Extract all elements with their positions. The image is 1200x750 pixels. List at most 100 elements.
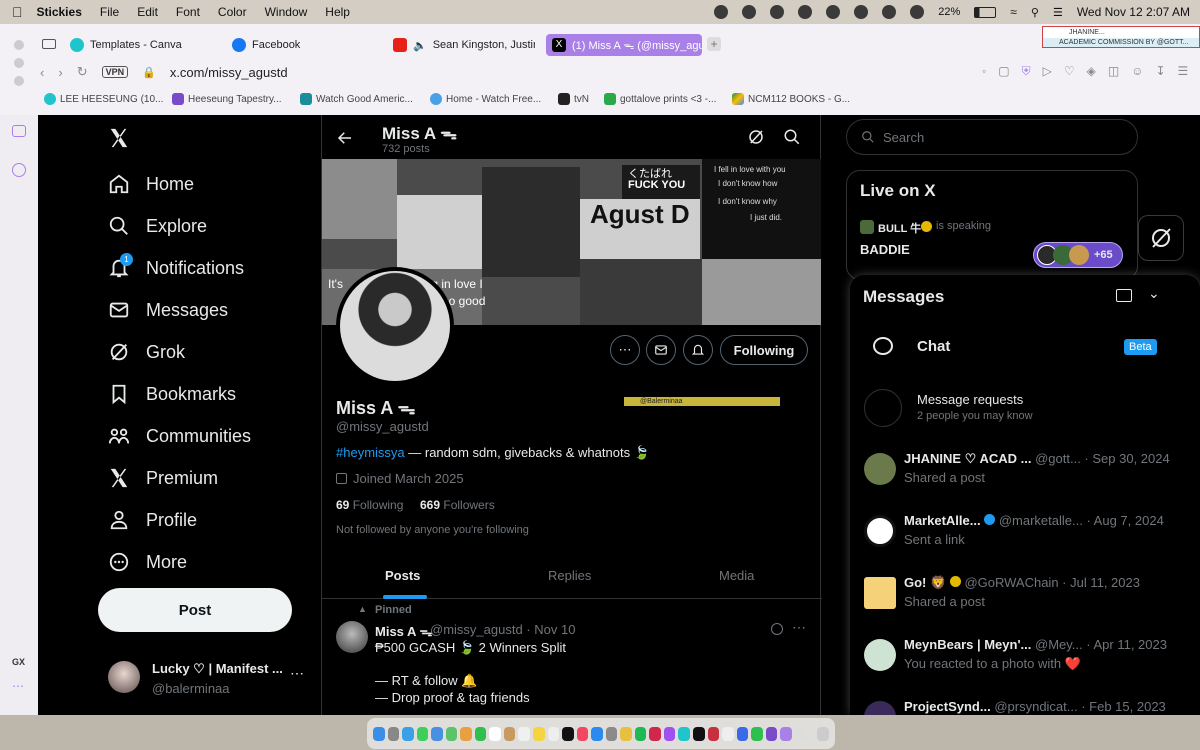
x-logo-icon[interactable] xyxy=(108,127,130,149)
back-icon[interactable]: ‹ xyxy=(40,65,44,80)
finder-icon[interactable] xyxy=(373,726,385,741)
tab-replies[interactable]: Replies xyxy=(548,568,591,583)
conversation-item[interactable]: MarketAlle... @marketalle... · Aug 7, 20… xyxy=(864,513,1184,563)
menu-icon[interactable]: ☰ xyxy=(1178,64,1189,79)
conversation-item[interactable]: JHANINE ♡ ACAD ... @gott... · Sep 30, 20… xyxy=(864,451,1184,501)
contacts-icon[interactable] xyxy=(503,726,516,741)
gx-label[interactable]: GX xyxy=(12,657,25,667)
search-icon[interactable]: ⚲ xyxy=(1031,6,1039,19)
bookmark-item[interactable]: Heeseung Tapestry... xyxy=(172,93,282,105)
status-icon[interactable] xyxy=(798,5,813,19)
facetime-icon[interactable] xyxy=(474,726,487,741)
more-icon[interactable]: ⋯ xyxy=(792,619,806,636)
nav-messages[interactable]: Messages xyxy=(108,299,228,321)
status-icon[interactable] xyxy=(910,5,925,19)
opera-icon[interactable] xyxy=(649,726,661,741)
preview-icon[interactable] xyxy=(794,726,807,741)
message-requests-row[interactable]: Message requests 2 people you may know xyxy=(864,387,1184,429)
back-arrow-icon[interactable] xyxy=(336,129,354,147)
safari-icon[interactable] xyxy=(402,726,414,741)
conversation-item[interactable]: MeynBears | Meyn'... @Mey... · Apr 11, 2… xyxy=(864,637,1184,687)
tab-x-profile[interactable]: X (1) Miss A ᯓ (@missy_agu xyxy=(546,34,702,56)
bio-hashtag[interactable]: #heymissya xyxy=(336,445,405,460)
notes-icon[interactable] xyxy=(533,726,545,741)
docs-icon[interactable] xyxy=(736,726,749,741)
url-input[interactable]: x.com/missy_agustd xyxy=(170,65,288,80)
collapse-icon[interactable]: ⌄ xyxy=(1148,285,1160,302)
new-message-icon[interactable] xyxy=(1116,289,1132,302)
following-stat[interactable]: 69 Following xyxy=(336,498,403,512)
grok-icon[interactable] xyxy=(747,128,765,146)
status-icon[interactable] xyxy=(742,5,757,19)
nav-communities[interactable]: Communities xyxy=(108,425,251,447)
reload-icon[interactable]: ↻ xyxy=(77,64,88,80)
search-input[interactable]: Search xyxy=(846,119,1138,155)
grok-icon[interactable] xyxy=(771,623,783,635)
history-icon[interactable] xyxy=(12,163,26,177)
tab-media[interactable]: Media xyxy=(719,568,754,583)
menu-font[interactable]: Font xyxy=(176,5,200,19)
nav-grok[interactable]: Grok xyxy=(108,341,185,363)
apple-icon[interactable]:  xyxy=(12,4,23,20)
canva-icon[interactable] xyxy=(678,726,691,741)
wifi-icon[interactable]: ≈ xyxy=(1010,5,1017,19)
window-close-button[interactable] xyxy=(14,40,24,50)
notes-app-icon[interactable] xyxy=(722,726,734,741)
launchpad-icon[interactable] xyxy=(387,726,400,741)
viber-icon[interactable] xyxy=(765,726,778,741)
bookmark-item[interactable]: LEE HEESEUNG (10... xyxy=(44,93,163,105)
pinned-popup[interactable]: JHANINE... ACADEMIC COMMISSION BY @GOTT.… xyxy=(1042,26,1200,48)
message-button[interactable] xyxy=(646,335,676,365)
nav-premium[interactable]: Premium xyxy=(108,467,218,489)
play-icon[interactable]: ▷ xyxy=(1043,64,1052,79)
menu-color[interactable]: Color xyxy=(218,5,247,19)
calendar-icon[interactable] xyxy=(489,726,501,741)
freeform-icon[interactable] xyxy=(547,726,560,741)
menubar-datetime[interactable]: Wed Nov 12 2:07 AM xyxy=(1077,5,1190,19)
spotify-icon[interactable] xyxy=(634,726,647,741)
tab-overview-icon[interactable] xyxy=(42,39,56,49)
followers-stat[interactable]: 669 Followers xyxy=(420,498,495,512)
grok-floating-button[interactable] xyxy=(1138,215,1184,261)
capcut-icon[interactable] xyxy=(693,726,705,741)
shield-icon[interactable]: ⛨ xyxy=(1022,64,1031,79)
more-button[interactable]: ⋯ xyxy=(610,335,640,365)
avatar[interactable] xyxy=(336,621,368,653)
bookmark-item[interactable]: Watch Good Americ... xyxy=(300,93,413,105)
snapshot-icon[interactable]: ▢ xyxy=(998,64,1009,79)
nav-home[interactable]: Home xyxy=(108,173,194,195)
conversation-item[interactable]: ProjectSynd... @prsyndicat... · Feb 15, … xyxy=(864,699,1184,715)
account-switcher[interactable]: Lucky ♡ | Manifest ... @balerminaa ⋯ xyxy=(108,659,308,699)
chrome-icon[interactable] xyxy=(620,726,632,741)
window-zoom-button[interactable] xyxy=(14,76,24,86)
bookmark-item[interactable]: Home - Watch Free... xyxy=(430,93,541,105)
phone-icon[interactable] xyxy=(751,726,763,741)
pin-icon[interactable]: ◦ xyxy=(982,64,986,79)
nav-more[interactable]: More xyxy=(108,551,187,573)
bookmark-item[interactable]: tvN xyxy=(558,93,589,105)
control-center-icon[interactable]: ☰ xyxy=(1053,6,1063,19)
nav-profile[interactable]: Profile xyxy=(108,509,197,531)
menu-window[interactable]: Window xyxy=(265,5,308,19)
notify-button[interactable] xyxy=(683,335,713,365)
status-icon[interactable] xyxy=(826,5,841,19)
menubar-app-name[interactable]: Stickies xyxy=(37,5,82,19)
bookmark-item[interactable]: NCM112 BOOKS - G... xyxy=(732,93,850,105)
reminders-icon[interactable] xyxy=(518,726,531,741)
chat-row[interactable]: Chat Beta xyxy=(864,329,1184,365)
menu-file[interactable]: File xyxy=(100,5,119,19)
more-icon[interactable]: ⋯ xyxy=(12,679,24,693)
settings-icon[interactable] xyxy=(605,726,618,741)
following-button[interactable]: Following xyxy=(720,335,808,365)
tab-posts[interactable]: Posts xyxy=(385,568,420,583)
mail-icon[interactable] xyxy=(431,726,443,741)
vpn-icon[interactable] xyxy=(707,726,720,741)
extensions-icon[interactable]: ◈ xyxy=(1087,64,1096,79)
conversation-item[interactable]: Go! 🦁 @GoRWAChain · Jul 11, 2023 Shared … xyxy=(864,575,1184,625)
status-icon[interactable] xyxy=(854,5,869,19)
aria-icon[interactable] xyxy=(12,125,26,137)
status-icon[interactable] xyxy=(714,5,729,19)
window-minimize-button[interactable] xyxy=(14,58,24,68)
tab-facebook[interactable]: Facebook xyxy=(232,34,382,56)
aria-icon[interactable] xyxy=(780,726,792,741)
